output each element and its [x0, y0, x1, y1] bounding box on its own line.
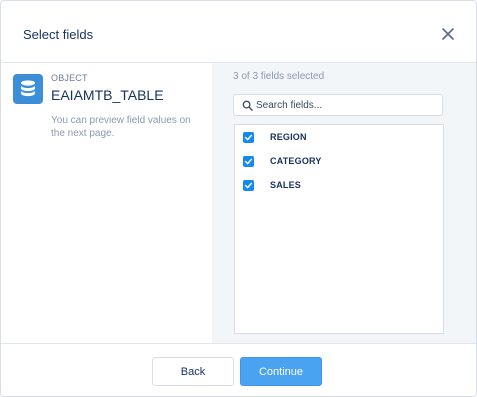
field-label: CATEGORY: [270, 156, 322, 166]
select-fields-dialog: Select fields OBJECT EAIAMTB_TABLE You c…: [0, 0, 477, 397]
search-input[interactable]: [256, 97, 438, 113]
dialog-title: Select fields: [23, 27, 94, 42]
field-label: REGION: [270, 132, 307, 142]
field-list: REGION CATEGORY SALES: [234, 124, 444, 334]
search-box[interactable]: [233, 94, 443, 116]
close-button[interactable]: [440, 26, 456, 42]
fields-panel: 3 of 3 fields selected REGION: [212, 63, 476, 343]
checkbox[interactable]: [243, 155, 254, 167]
field-item-category[interactable]: CATEGORY: [235, 149, 443, 173]
field-item-region[interactable]: REGION: [235, 125, 443, 149]
object-hint: You can preview field values on the next…: [51, 115, 191, 139]
selected-count: 3 of 3 fields selected: [233, 71, 325, 82]
close-icon: [442, 28, 454, 40]
field-label: SALES: [270, 180, 302, 190]
field-item-sales[interactable]: SALES: [235, 173, 443, 197]
checkmark-icon: [244, 182, 253, 188]
continue-button[interactable]: Continue: [240, 357, 322, 386]
object-name: EAIAMTB_TABLE: [51, 87, 164, 103]
dialog-footer: Back Continue: [1, 343, 476, 396]
object-panel: OBJECT EAIAMTB_TABLE You can preview fie…: [1, 63, 212, 343]
checkbox[interactable]: [243, 131, 254, 143]
database-icon: [13, 74, 43, 104]
checkmark-icon: [244, 158, 253, 164]
object-kicker: OBJECT: [51, 73, 88, 83]
back-button[interactable]: Back: [152, 357, 234, 386]
search-icon: [242, 100, 253, 111]
checkbox[interactable]: [243, 179, 254, 191]
checkmark-icon: [244, 134, 253, 140]
dialog-header: Select fields: [1, 1, 476, 63]
